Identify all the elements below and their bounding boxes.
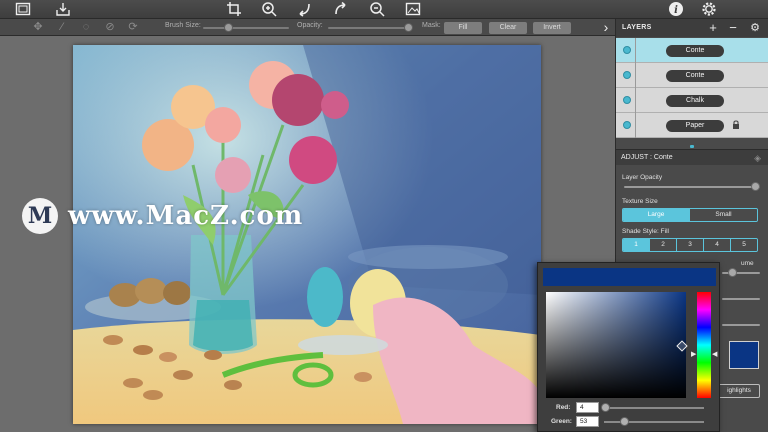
layer-opacity-knob[interactable]	[750, 182, 760, 191]
layer-row-paper[interactable]: Paper	[616, 113, 768, 138]
layer-row-chalk[interactable]: Chalk	[616, 88, 768, 113]
shade-option-1[interactable]: 1	[623, 239, 650, 251]
green-value-field[interactable]: 53	[576, 416, 599, 427]
texture-large-option[interactable]: Large	[623, 209, 690, 221]
zoom-in-icon[interactable]	[260, 1, 278, 17]
color-picker-popup: ▶ ◀ Red: 4 Green: 53	[537, 262, 720, 432]
green-slider[interactable]	[604, 421, 704, 423]
green-label: Green:	[551, 418, 572, 425]
panel-resize-handle[interactable]	[690, 145, 694, 148]
panel-toggle-chevron-icon[interactable]: ›	[599, 20, 613, 34]
layer-options-gear-icon[interactable]: ⚙	[749, 21, 761, 35]
layer-visibility-dot-icon[interactable]	[623, 71, 631, 79]
layers-title: LAYERS	[622, 24, 652, 31]
shade-style-label: Shade Style: Fill	[622, 228, 669, 235]
hue-arrow-right-icon: ◀	[712, 351, 718, 358]
mask-label: Mask:	[422, 22, 441, 29]
volume-knob[interactable]	[728, 268, 737, 277]
highlights-button[interactable]: ighlights	[718, 384, 760, 398]
layer-divider	[635, 38, 636, 63]
shade-option-3[interactable]: 3	[677, 239, 704, 251]
adjust-slider-b[interactable]	[722, 324, 760, 326]
opacity-label: Opacity:	[297, 22, 323, 29]
texture-size-label: Texture Size	[622, 198, 658, 205]
shade-option-4[interactable]: 4	[704, 239, 731, 251]
layer-opacity-slider[interactable]	[624, 186, 760, 188]
eraser-adjust-icon[interactable]: ◈	[754, 153, 761, 164]
watermark-logo-icon: M	[22, 198, 58, 234]
undo-icon[interactable]	[296, 1, 314, 17]
redo-icon[interactable]	[332, 1, 350, 17]
adjust-slider-a[interactable]	[722, 298, 760, 300]
layer-visibility-dot-icon[interactable]	[623, 121, 631, 129]
layer-name: Paper	[666, 120, 724, 132]
watermark: M www.MacZ.com	[22, 198, 303, 234]
fill-button[interactable]: Fill	[444, 22, 482, 34]
layers-header: LAYERS + − ⚙	[616, 19, 768, 37]
color-preview-swatch	[543, 268, 716, 286]
red-value-field[interactable]: 4	[576, 402, 599, 413]
red-label: Red:	[556, 404, 571, 411]
brush-toolbar: ✥ ⁄ ◌ ⊘ ⟳ Brush Size: Opacity: Mask: Fil…	[0, 19, 615, 36]
gallery-icon[interactable]	[14, 1, 32, 17]
texture-size-toggle: Large Small	[622, 208, 758, 222]
brush-size-label: Brush Size:	[165, 22, 201, 29]
volume-label-partial: ume	[741, 260, 754, 267]
hue-arrow-left-icon: ▶	[691, 351, 697, 358]
zoom-out-icon[interactable]	[368, 1, 386, 17]
clear-button[interactable]: Clear	[489, 22, 527, 34]
drawing-canvas[interactable]	[73, 45, 541, 424]
texture-small-option[interactable]: Small	[690, 209, 757, 221]
red-slider[interactable]	[604, 407, 704, 409]
red-slider-knob[interactable]	[601, 403, 610, 412]
artwork-image	[73, 45, 541, 424]
brush-tool-icon[interactable]: ◌	[79, 20, 93, 34]
move-tool-icon[interactable]: ✥	[31, 20, 45, 34]
layer-divider	[635, 113, 636, 138]
shade-style-selector: 1 2 3 4 5	[622, 238, 758, 252]
shade-option-5[interactable]: 5	[731, 239, 757, 251]
layer-visibility-dot-icon[interactable]	[623, 46, 631, 54]
current-color-well[interactable]	[729, 341, 759, 369]
layer-divider	[635, 63, 636, 88]
smudge-tool-icon[interactable]: ⟳	[126, 20, 140, 34]
add-layer-icon[interactable]: +	[707, 21, 719, 35]
layer-name: Conte	[666, 70, 724, 82]
layer-divider	[635, 88, 636, 113]
svg-text:i: i	[674, 5, 678, 16]
shade-option-2[interactable]: 2	[650, 239, 677, 251]
green-slider-knob[interactable]	[620, 417, 629, 426]
save-tray-icon[interactable]	[54, 1, 72, 17]
watermark-text: www.MacZ.com	[68, 201, 304, 231]
layer-name: Chalk	[666, 95, 724, 107]
layer-row-conte-1[interactable]: Conte	[616, 38, 768, 63]
brush-size-slider[interactable]	[203, 27, 289, 29]
settings-icon[interactable]	[700, 1, 718, 17]
eraser-tool-icon[interactable]: ⊘	[103, 20, 117, 34]
pencil-tool-icon[interactable]: ⁄	[55, 20, 69, 34]
image-icon[interactable]	[404, 1, 422, 17]
hue-slider[interactable]	[697, 292, 711, 398]
opacity-knob[interactable]	[404, 23, 414, 32]
crop-icon[interactable]	[225, 1, 243, 17]
brush-size-knob[interactable]	[223, 23, 233, 32]
opacity-slider[interactable]	[328, 27, 412, 29]
adjust-title: ADJUST : Conte	[621, 154, 673, 161]
layer-visibility-dot-icon[interactable]	[623, 96, 631, 104]
layer-name: Conte	[666, 45, 724, 57]
lock-icon	[732, 120, 740, 131]
top-toolbar: i	[0, 0, 768, 19]
info-icon[interactable]: i	[667, 1, 685, 17]
remove-layer-icon[interactable]: −	[727, 21, 739, 35]
layer-row-conte-2[interactable]: Conte	[616, 63, 768, 88]
layer-opacity-label: Layer Opacity	[622, 174, 663, 181]
saturation-value-square[interactable]	[546, 292, 686, 398]
invert-button[interactable]: Invert	[533, 22, 571, 34]
app-window: i ✥ ⁄ ◌ ⊘ ⟳ Brush Size: Opacity: Mask: F…	[0, 0, 768, 432]
adjust-header: ADJUST : Conte ◈	[616, 149, 768, 165]
